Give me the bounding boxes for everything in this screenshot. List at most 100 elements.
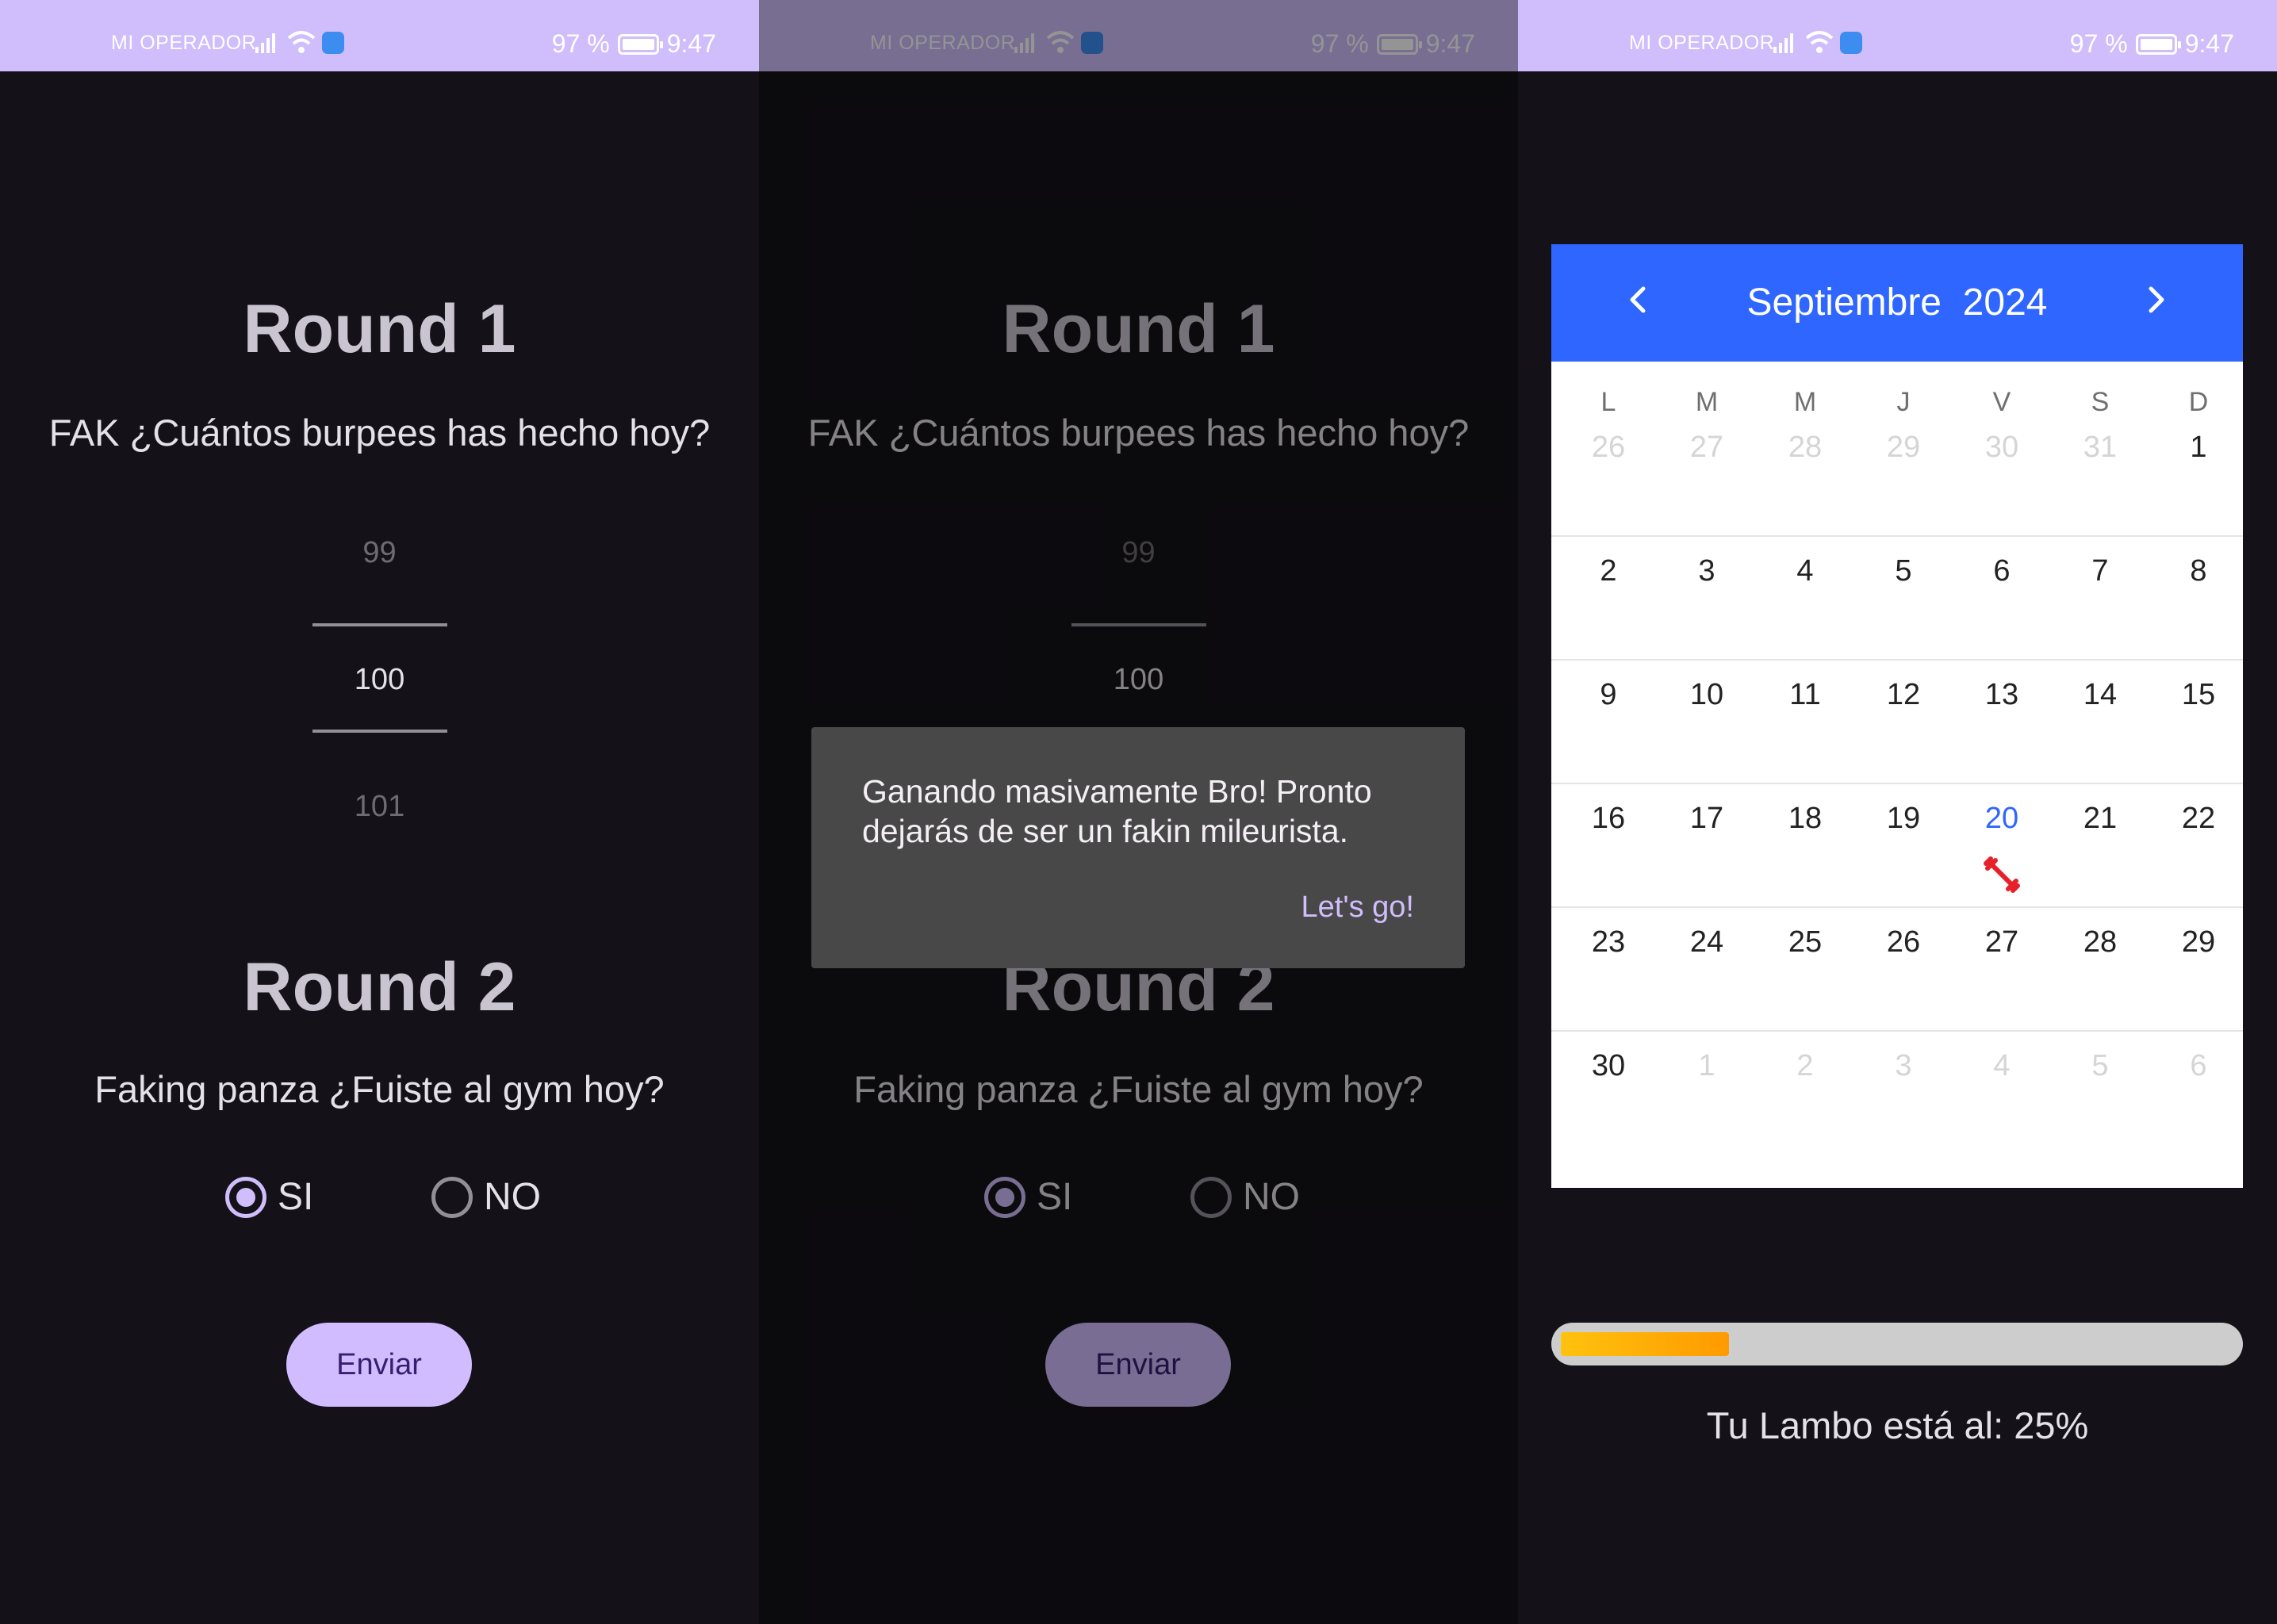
round1-title: Round 1 (243, 291, 516, 367)
wifi-icon (1805, 31, 1834, 53)
snackbar: Ganando masivamente Bro! Pronto dejarás … (811, 727, 1465, 968)
radio-no-label: NO (484, 1176, 541, 1218)
calendar-day[interactable]: 3 (1854, 1049, 1953, 1083)
cloud-icon (1840, 32, 1862, 54)
lambo-progress-fill (1561, 1332, 1729, 1356)
calendar-day[interactable]: 11 (1756, 678, 1854, 712)
calendar-day[interactable]: 27 (1953, 925, 2051, 959)
radio-si-label: SI (278, 1176, 314, 1218)
calendar-day[interactable]: 25 (1756, 925, 1854, 959)
signal-icon (1773, 33, 1793, 53)
battery-icon (617, 33, 663, 55)
calendar-day[interactable]: 5 (1854, 554, 1953, 588)
screen-round-form: MI OPERADOR 97 % 9:47 Round 1 FAK ¿Cuánto… (0, 0, 759, 1624)
screen-progress: MI OPERADOR 97 % 9:47 Septiembre 2024 LMM… (1518, 0, 2277, 1624)
calendar-day[interactable]: 10 (1658, 678, 1756, 712)
calendar-day[interactable]: 24 (1658, 925, 1756, 959)
lambo-progress-bar (1551, 1323, 2243, 1365)
radio-si[interactable]: SI (225, 1175, 313, 1219)
weekday-header: V (1992, 387, 2011, 417)
calendar-day[interactable]: 27 (1658, 431, 1756, 465)
calendar-day[interactable]: 26 (1854, 925, 1953, 959)
calendar-day[interactable]: 4 (1756, 554, 1854, 588)
screen-round-form-snackbar: MI OPERADOR 97 % 9:47 Round 1 FAK ¿Cuánto… (759, 0, 1518, 1624)
calendar-day[interactable]: 23 (1559, 925, 1658, 959)
round2-title: Round 2 (243, 949, 516, 1025)
calendar-header: Septiembre 2024 (1551, 244, 2243, 362)
calendar-day[interactable]: 4 (1953, 1049, 2051, 1083)
status-bar: MI OPERADOR 97 % 9:47 (0, 0, 759, 71)
calendar-day[interactable]: 20 (1953, 802, 2051, 836)
calendar-day[interactable]: 21 (2051, 802, 2149, 836)
submit-button[interactable]: Enviar (286, 1323, 472, 1407)
calendar-day[interactable]: 8 (2149, 554, 2248, 588)
snackbar-action-button[interactable]: Let's go! (1301, 891, 1414, 925)
calendar-day[interactable]: 13 (1953, 678, 2051, 712)
calendar-day[interactable]: 7 (2051, 554, 2149, 588)
calendar-year: 2024 (1962, 282, 2048, 324)
calendar-day[interactable]: 12 (1854, 678, 1953, 712)
signal-icon (255, 33, 275, 53)
weekday-header: J (1896, 387, 1911, 417)
picker-prev-value[interactable]: 99 (0, 536, 759, 570)
calendar-day[interactable]: 19 (1854, 802, 1953, 836)
wifi-icon (287, 31, 316, 53)
battery-icon (2135, 33, 2181, 55)
calendar-row-divider (1551, 659, 2243, 661)
calendar-day[interactable]: 5 (2051, 1049, 2149, 1083)
cloud-icon (322, 32, 344, 54)
calendar-row-divider (1551, 906, 2243, 908)
calendar-day[interactable]: 16 (1559, 802, 1658, 836)
calendar-day[interactable]: 6 (2149, 1049, 2248, 1083)
picker-divider-top (312, 623, 447, 626)
calendar-day[interactable]: 15 (2149, 678, 2248, 712)
battery-percent: 97 % (2069, 29, 2128, 58)
calendar-day[interactable]: 6 (1953, 554, 2051, 588)
calendar-day[interactable]: 29 (2149, 925, 2248, 959)
calendar-day[interactable]: 14 (2051, 678, 2149, 712)
calendar-row-divider (1551, 535, 2243, 537)
calendar-day[interactable]: 2 (1756, 1049, 1854, 1083)
calendar-day[interactable]: 18 (1756, 802, 1854, 836)
dumbbell-icon (1984, 856, 2020, 893)
calendar-day[interactable]: 30 (1559, 1049, 1658, 1083)
calendar-day[interactable]: 1 (2149, 431, 2248, 465)
chevron-right-icon[interactable] (2132, 276, 2179, 324)
weekday-header: M (1695, 387, 1719, 417)
calendar-day[interactable]: 28 (2051, 925, 2149, 959)
calendar-day[interactable]: 31 (2051, 431, 2149, 465)
radio-no[interactable]: NO (431, 1175, 541, 1219)
lambo-progress-label: Tu Lambo está al: 25% (1706, 1404, 2089, 1446)
picker-next-value[interactable]: 101 (0, 790, 759, 824)
calendar-day[interactable]: 17 (1658, 802, 1756, 836)
calendar-day[interactable]: 26 (1559, 431, 1658, 465)
picker-divider-bottom (312, 730, 447, 733)
round1-question: FAK ¿Cuántos burpees has hecho hoy? (48, 412, 711, 454)
calendar-day[interactable]: 28 (1756, 431, 1854, 465)
calendar-day[interactable]: 22 (2149, 802, 2248, 836)
carrier-label: MI OPERADOR (1629, 32, 1775, 54)
picker-selected-value[interactable]: 100 (0, 663, 759, 697)
calendar-day[interactable]: 29 (1854, 431, 1953, 465)
calendar: Septiembre 2024 L M M J V S D 26 27 28 29 30 31 1 2 3 4 5… (1551, 244, 2243, 1188)
battery-percent: 97 % (551, 29, 610, 58)
calendar-row-divider (1551, 1030, 2243, 1032)
weekday-header: S (2091, 387, 2110, 417)
status-bar: MI OPERADOR 97 % 9:47 (1518, 0, 2277, 71)
snackbar-message: Ganando masivamente Bro! Pronto dejarás … (862, 773, 1372, 849)
calendar-day[interactable]: 1 (1658, 1049, 1756, 1083)
calendar-day[interactable]: 30 (1953, 431, 2051, 465)
calendar-month: Septiembre (1746, 282, 1942, 324)
round2-question: Faking panza ¿Fuiste al gym hoy? (94, 1068, 665, 1110)
carrier-label: MI OPERADOR (111, 32, 257, 54)
calendar-day[interactable]: 9 (1559, 678, 1658, 712)
clock: 9:47 (666, 29, 716, 58)
calendar-day[interactable]: 3 (1658, 554, 1756, 588)
weekday-header: M (1793, 387, 1817, 417)
calendar-row-divider (1551, 783, 2243, 784)
calendar-day[interactable]: 2 (1559, 554, 1658, 588)
radio-checked-icon (225, 1176, 266, 1218)
clock: 9:47 (2184, 29, 2234, 58)
weekday-header: D (2188, 387, 2209, 417)
weekday-header: L (1600, 387, 1616, 417)
